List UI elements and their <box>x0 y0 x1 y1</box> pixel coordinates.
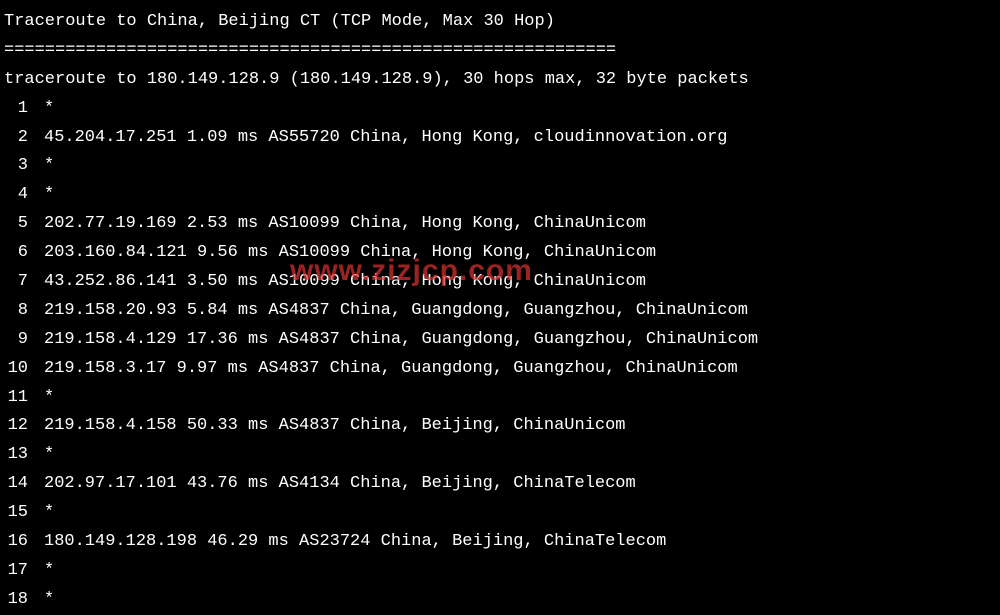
hop-number: 17 <box>4 557 32 586</box>
hop-row: 8219.158.20.93 5.84 ms AS4837 China, Gua… <box>4 297 996 326</box>
hop-content: * <box>32 557 54 586</box>
separator-line: ========================================… <box>4 37 996 66</box>
hop-row: 9219.158.4.129 17.36 ms AS4837 China, Gu… <box>4 326 996 355</box>
hop-number: 3 <box>4 152 32 181</box>
hop-content: * <box>32 95 54 124</box>
hop-content: * <box>32 181 54 210</box>
hop-number: 8 <box>4 297 32 326</box>
hop-row: 15* <box>4 499 996 528</box>
hop-number: 7 <box>4 268 32 297</box>
hop-row: 743.252.86.141 3.50 ms AS10099 China, Ho… <box>4 268 996 297</box>
hop-row: 3* <box>4 152 996 181</box>
hop-number: 5 <box>4 210 32 239</box>
hop-content: 219.158.4.158 50.33 ms AS4837 China, Bei… <box>32 412 626 441</box>
traceroute-title: Traceroute to China, Beijing CT (TCP Mod… <box>4 8 996 37</box>
hop-number: 12 <box>4 412 32 441</box>
hops-list: 1* 245.204.17.251 1.09 ms AS55720 China,… <box>4 95 996 615</box>
hop-row: 6203.160.84.121 9.56 ms AS10099 China, H… <box>4 239 996 268</box>
hop-row: 11* <box>4 384 996 413</box>
hop-content: * <box>32 499 54 528</box>
hop-row: 17* <box>4 557 996 586</box>
hop-number: 14 <box>4 470 32 499</box>
hop-row: 245.204.17.251 1.09 ms AS55720 China, Ho… <box>4 124 996 153</box>
hop-number: 10 <box>4 355 32 384</box>
hop-content: 219.158.4.129 17.36 ms AS4837 China, Gua… <box>32 326 758 355</box>
hop-content: 43.252.86.141 3.50 ms AS10099 China, Hon… <box>32 268 646 297</box>
hop-number: 6 <box>4 239 32 268</box>
hop-content: 203.160.84.121 9.56 ms AS10099 China, Ho… <box>32 239 656 268</box>
hop-content: * <box>32 152 54 181</box>
hop-content: 180.149.128.198 46.29 ms AS23724 China, … <box>32 528 666 557</box>
hop-row: 5202.77.19.169 2.53 ms AS10099 China, Ho… <box>4 210 996 239</box>
hop-row: 1* <box>4 95 996 124</box>
hop-number: 2 <box>4 124 32 153</box>
hop-content: * <box>32 586 54 615</box>
hop-content: 202.77.19.169 2.53 ms AS10099 China, Hon… <box>32 210 646 239</box>
hop-number: 15 <box>4 499 32 528</box>
hop-number: 1 <box>4 95 32 124</box>
hop-row: 4* <box>4 181 996 210</box>
hop-row: 18* <box>4 586 996 615</box>
traceroute-summary: traceroute to 180.149.128.9 (180.149.128… <box>4 66 996 95</box>
hop-content: * <box>32 384 54 413</box>
hop-number: 16 <box>4 528 32 557</box>
hop-row: 16180.149.128.198 46.29 ms AS23724 China… <box>4 528 996 557</box>
hop-content: 219.158.3.17 9.97 ms AS4837 China, Guang… <box>32 355 738 384</box>
hop-content: 45.204.17.251 1.09 ms AS55720 China, Hon… <box>32 124 728 153</box>
hop-content: 202.97.17.101 43.76 ms AS4134 China, Bei… <box>32 470 636 499</box>
hop-row: 14202.97.17.101 43.76 ms AS4134 China, B… <box>4 470 996 499</box>
hop-number: 9 <box>4 326 32 355</box>
hop-number: 11 <box>4 384 32 413</box>
hop-content: 219.158.20.93 5.84 ms AS4837 China, Guan… <box>32 297 748 326</box>
hop-row: 10219.158.3.17 9.97 ms AS4837 China, Gua… <box>4 355 996 384</box>
hop-row: 13* <box>4 441 996 470</box>
hop-row: 12219.158.4.158 50.33 ms AS4837 China, B… <box>4 412 996 441</box>
hop-content: * <box>32 441 54 470</box>
hop-number: 4 <box>4 181 32 210</box>
hop-number: 18 <box>4 586 32 615</box>
hop-number: 13 <box>4 441 32 470</box>
